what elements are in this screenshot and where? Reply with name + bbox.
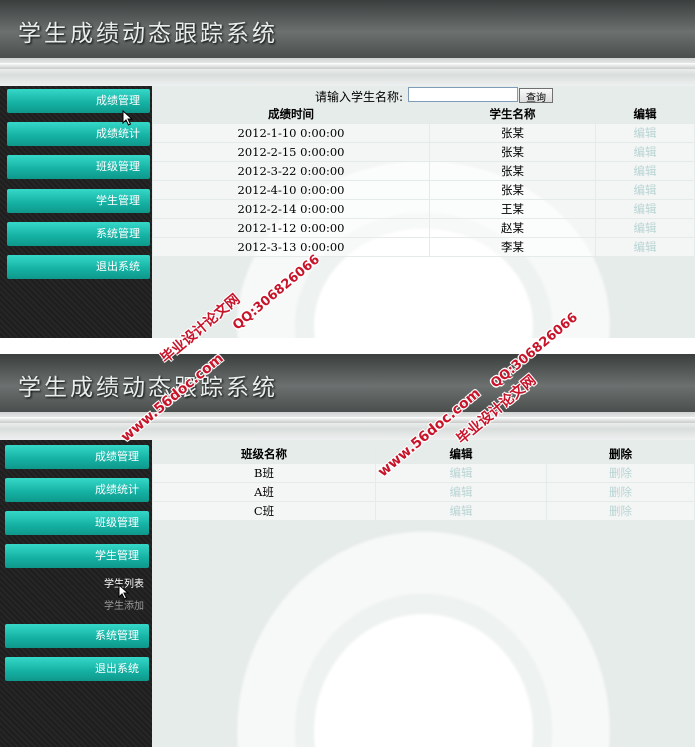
column-header-class-name: 班级名称 [152,444,376,464]
edit-link[interactable]: 编辑 [595,199,695,219]
cell-score-time: 2012-1-10 0:00:00 [152,123,430,143]
delete-link[interactable]: 删除 [546,482,695,502]
search-label: 请输入学生名称: [315,90,404,104]
edit-link[interactable]: 编辑 [595,237,695,257]
cell-student-name: 李某 [429,237,596,257]
column-header-score-time: 成绩时间 [152,104,430,124]
nav-class-management[interactable]: 班级管理 [5,511,149,535]
table-row: A班 编辑 删除 [152,482,695,502]
edit-link[interactable]: 编辑 [595,142,695,162]
cell-score-time: 2012-3-13 0:00:00 [152,237,430,257]
screenshot-class-management: 学生成绩动态跟踪系统 成绩管理 成绩统计 班级管理 学生管理 学生列表 学生添加… [0,354,695,747]
table-row: 2012-1-12 0:00:00 赵某 编辑 [152,218,695,238]
column-header-edit: 编辑 [595,104,695,124]
main-content: 班级名称 编辑 删除 B班 编辑 删除 A班 编辑 删除 C班 编辑 删除 [152,440,695,747]
cell-class-name: B班 [152,463,376,483]
nav-student-management[interactable]: 学生管理 [5,544,149,568]
delete-link[interactable]: 删除 [546,463,695,483]
student-name-search-input[interactable] [408,87,518,102]
cell-score-time: 2012-2-14 0:00:00 [152,199,430,219]
cell-student-name: 王某 [429,199,596,219]
cell-student-name: 赵某 [429,218,596,238]
nav-score-management[interactable]: 成绩管理 [5,445,149,469]
app-title: 学生成绩动态跟踪系统 [18,21,278,47]
cell-score-time: 2012-2-15 0:00:00 [152,142,430,162]
sidebar: 成绩管理 成绩统计 班级管理 学生管理 学生列表 学生添加 系统管理 退出系统 [0,440,152,747]
table-row: B班 编辑 删除 [152,463,695,483]
sidebar: 成绩管理 成绩统计 班级管理 学生管理 系统管理 退出系统 [0,86,152,338]
search-bar: 请输入学生名称: 查询 [152,86,695,104]
nav-system-management[interactable]: 系统管理 [5,624,149,648]
table-row: C班 编辑 删除 [152,501,695,521]
edit-link[interactable]: 编辑 [595,161,695,181]
mouse-cursor-icon [118,584,130,600]
edit-link[interactable]: 编辑 [375,501,547,521]
app-header: 学生成绩动态跟踪系统 [0,354,695,412]
nav-logout[interactable]: 退出系统 [5,657,149,681]
cell-score-time: 2012-1-12 0:00:00 [152,218,430,238]
cell-student-name: 张某 [429,142,596,162]
nav-system-management[interactable]: 系统管理 [7,222,150,246]
cell-class-name: A班 [152,482,376,502]
table-row: 2012-4-10 0:00:00 张某 编辑 [152,180,695,200]
edit-link[interactable]: 编辑 [595,123,695,143]
cell-class-name: C班 [152,501,376,521]
table-header-row: 成绩时间 学生名称 编辑 [152,104,695,124]
table-row: 2012-3-13 0:00:00 李某 编辑 [152,237,695,257]
panel-separator [0,338,695,354]
edit-link[interactable]: 编辑 [595,218,695,238]
mouse-cursor-icon [122,110,134,126]
nav-score-statistics[interactable]: 成绩统计 [5,478,149,502]
header-band-line [0,417,695,423]
column-header-delete: 删除 [546,444,695,464]
header-band-line [0,63,695,69]
search-button[interactable]: 查询 [519,88,553,104]
app-header: 学生成绩动态跟踪系统 [0,0,695,58]
class-table: 班级名称 编辑 删除 B班 编辑 删除 A班 编辑 删除 C班 编辑 删除 [152,444,695,521]
table-row: 2012-3-22 0:00:00 张某 编辑 [152,161,695,181]
cell-student-name: 张某 [429,161,596,181]
cell-score-time: 2012-4-10 0:00:00 [152,180,430,200]
screenshot-score-management: 学生成绩动态跟踪系统 成绩管理 成绩统计 班级管理 学生管理 系统管理 退出系统… [0,0,695,338]
table-row: 2012-1-10 0:00:00 张某 编辑 [152,123,695,143]
nav-student-management[interactable]: 学生管理 [7,189,150,213]
edit-link[interactable]: 编辑 [375,482,547,502]
column-header-student-name: 学生名称 [429,104,596,124]
app-title: 学生成绩动态跟踪系统 [18,375,278,401]
score-table: 成绩时间 学生名称 编辑 2012-1-10 0:00:00 张某 编辑 2012-2… [152,104,695,257]
nav-class-management[interactable]: 班级管理 [7,155,150,179]
table-row: 2012-2-15 0:00:00 张某 编辑 [152,142,695,162]
cell-student-name: 张某 [429,180,596,200]
cell-student-name: 张某 [429,123,596,143]
cell-score-time: 2012-3-22 0:00:00 [152,161,430,181]
edit-link[interactable]: 编辑 [595,180,695,200]
nav-logout[interactable]: 退出系统 [7,255,150,279]
delete-link[interactable]: 删除 [546,501,695,521]
table-row: 2012-2-14 0:00:00 王某 编辑 [152,199,695,219]
